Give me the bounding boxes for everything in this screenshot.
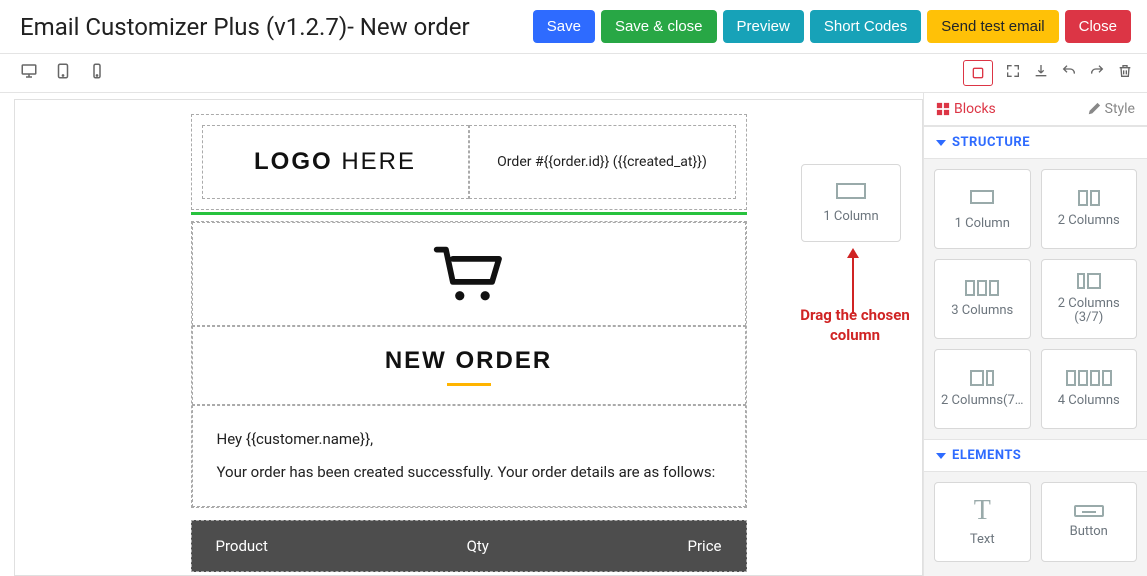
- annotation-text: Drag the chosen column: [787, 306, 923, 345]
- email-heading: NEW ORDER: [193, 347, 745, 375]
- section-structure-label: STRUCTURE: [952, 135, 1030, 150]
- trash-icon[interactable]: [1117, 63, 1133, 83]
- cart-icon-row[interactable]: [192, 222, 746, 326]
- col-qty: Qty: [467, 537, 489, 555]
- mobile-icon[interactable]: [88, 62, 106, 84]
- save-close-button[interactable]: Save & close: [601, 10, 717, 43]
- two-columns-icon: [1078, 190, 1100, 206]
- toolbar: [0, 54, 1147, 93]
- heading-row[interactable]: NEW ORDER: [192, 326, 746, 405]
- order-meta-cell[interactable]: Order #{{order.id}} ({{created_at}}): [469, 125, 736, 199]
- heading-underline: [447, 383, 491, 386]
- text-element-icon: T: [974, 497, 991, 525]
- elements-grid: T Text Button: [924, 472, 1147, 572]
- cart-icon: [432, 293, 506, 309]
- template-header-row[interactable]: LOGO HERE Order #{{order.id}} ({{created…: [191, 114, 747, 210]
- three-columns-icon: [965, 280, 999, 296]
- two-columns-37-icon: [1077, 273, 1101, 289]
- tab-style-label: Style: [1105, 101, 1135, 117]
- tab-style[interactable]: Style: [1087, 101, 1135, 117]
- main: LOGO HERE Order #{{order.id}} ({{created…: [0, 93, 1147, 576]
- column-glyph-icon: [836, 183, 866, 199]
- order-table-header[interactable]: Product Qty Price: [191, 520, 747, 572]
- outline-toggle-icon[interactable]: [963, 60, 993, 86]
- sidebar-body: STRUCTURE 1 Column 2 Columns 3 Columns: [924, 126, 1147, 576]
- two-columns-73-icon: [970, 370, 994, 386]
- sidebar: Blocks Style STRUCTURE 1 Column 2 Column…: [923, 93, 1147, 576]
- block-1-column[interactable]: 1 Column: [934, 169, 1031, 249]
- greeting-row[interactable]: Hey {{customer.name}}, Your order has be…: [192, 405, 746, 507]
- desktop-icon[interactable]: [20, 62, 38, 84]
- element-button[interactable]: Button: [1041, 482, 1138, 562]
- element-text[interactable]: T Text: [934, 482, 1031, 562]
- logo-cell[interactable]: LOGO HERE: [202, 125, 469, 199]
- send-test-email-button[interactable]: Send test email: [927, 10, 1058, 43]
- section-elements[interactable]: ELEMENTS: [924, 439, 1147, 472]
- email-template: LOGO HERE Order #{{order.id}} ({{created…: [191, 114, 747, 572]
- block-3-columns[interactable]: 3 Columns: [934, 259, 1031, 339]
- top-actions: Save Save & close Preview Short Codes Se…: [533, 10, 1131, 43]
- order-meta-text: Order #{{order.id}} ({{created_at}}): [497, 154, 707, 170]
- drop-indicator: [191, 212, 747, 215]
- block-2-columns-73[interactable]: 2 Columns(7…: [934, 349, 1031, 429]
- download-icon[interactable]: [1033, 63, 1049, 83]
- fullscreen-icon[interactable]: [1005, 63, 1021, 83]
- redo-icon[interactable]: [1089, 63, 1105, 83]
- four-columns-icon: [1066, 370, 1112, 386]
- logo-placeholder: LOGO HERE: [254, 148, 416, 176]
- structure-grid: 1 Column 2 Columns 3 Columns 2 Columns (…: [924, 159, 1147, 439]
- topbar: Email Customizer Plus (v1.2.7)- New orde…: [0, 0, 1147, 54]
- template-body-block[interactable]: NEW ORDER Hey {{customer.name}}, Your or…: [191, 221, 747, 508]
- dragging-block-label: 1 Column: [823, 209, 878, 224]
- save-button[interactable]: Save: [533, 10, 595, 43]
- short-codes-button[interactable]: Short Codes: [810, 10, 921, 43]
- greeting-text: Hey {{customer.name}},: [217, 426, 721, 453]
- preview-button[interactable]: Preview: [723, 10, 804, 43]
- annotation-arrow: [847, 248, 859, 314]
- section-elements-label: ELEMENTS: [952, 448, 1021, 463]
- canvas-tools: [963, 60, 1133, 86]
- tab-blocks[interactable]: Blocks: [936, 101, 996, 117]
- col-product: Product: [216, 537, 268, 555]
- body-text: Your order has been created successfully…: [217, 459, 721, 486]
- undo-icon[interactable]: [1061, 63, 1077, 83]
- col-price: Price: [688, 537, 722, 555]
- close-button[interactable]: Close: [1065, 10, 1131, 43]
- tablet-icon[interactable]: [54, 62, 72, 84]
- block-2-columns[interactable]: 2 Columns: [1041, 169, 1138, 249]
- section-structure[interactable]: STRUCTURE: [924, 126, 1147, 159]
- dragging-block-preview[interactable]: 1 Column: [801, 164, 901, 242]
- tab-blocks-label: Blocks: [954, 101, 996, 117]
- one-column-icon: [970, 187, 994, 209]
- caret-down-icon: [936, 453, 946, 459]
- canvas[interactable]: LOGO HERE Order #{{order.id}} ({{created…: [14, 99, 923, 576]
- caret-down-icon: [936, 140, 946, 146]
- device-switcher: [20, 62, 106, 84]
- page-title: Email Customizer Plus (v1.2.7)- New orde…: [20, 13, 470, 41]
- block-4-columns[interactable]: 4 Columns: [1041, 349, 1138, 429]
- block-2-columns-37[interactable]: 2 Columns (3/7): [1041, 259, 1138, 339]
- sidebar-tabs: Blocks Style: [924, 93, 1147, 126]
- button-element-icon: [1074, 505, 1104, 517]
